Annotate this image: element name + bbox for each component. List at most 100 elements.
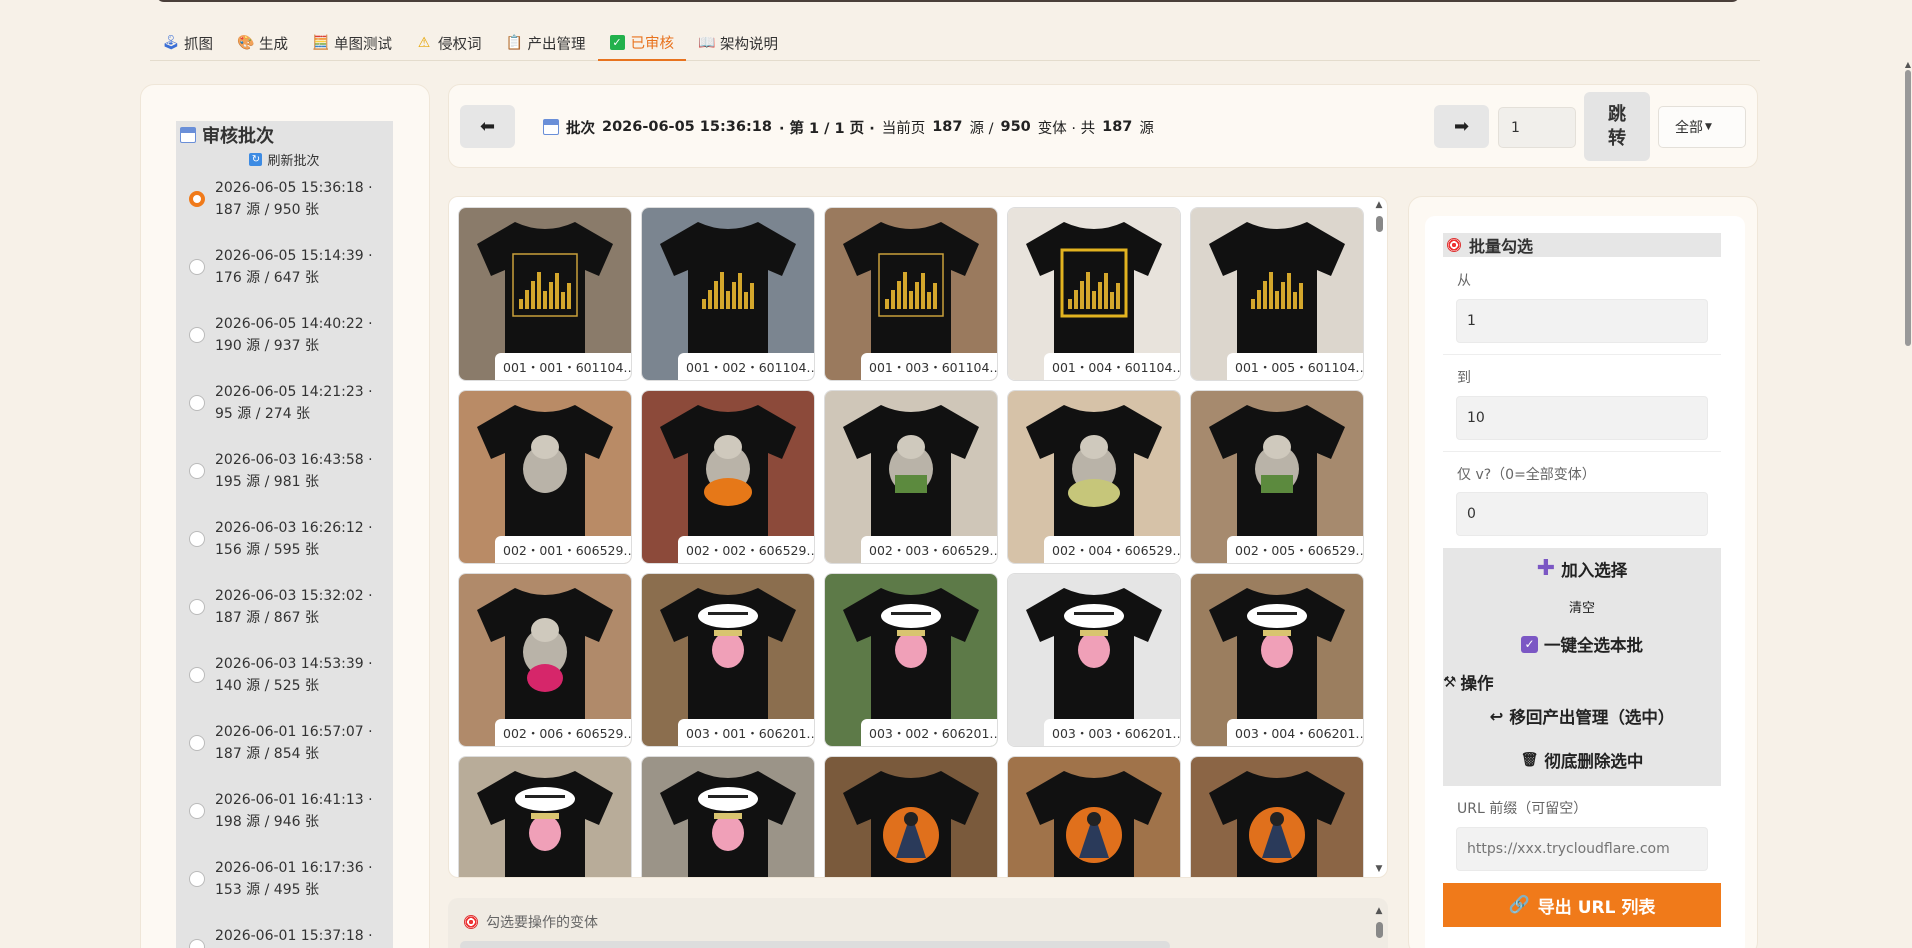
tab-label: 生成 bbox=[259, 36, 288, 53]
gallery-item[interactable]: 003・004・606201… bbox=[1190, 573, 1364, 747]
batch-item[interactable]: 2026-06-03 16:43:58 · 195 源 / 981 张 bbox=[176, 441, 393, 509]
gallery-item[interactable]: 001・001・601104… bbox=[458, 207, 632, 381]
gallery-item-caption: 003・004・606201… bbox=[1227, 719, 1363, 746]
scroll-down-icon[interactable]: ▼ bbox=[1373, 864, 1385, 876]
radio-unchecked-icon[interactable] bbox=[189, 803, 205, 819]
batch-select-title: 批量勾选 bbox=[1443, 233, 1721, 257]
gallery-scrollbar[interactable]: ▲ ▼ bbox=[1373, 200, 1385, 876]
gallery-item[interactable] bbox=[824, 756, 998, 877]
tab-4[interactable]: 📋 产出管理 bbox=[494, 26, 598, 61]
prev-page-button[interactable]: ⬅ bbox=[460, 105, 515, 148]
scrollbar-thumb[interactable] bbox=[1376, 922, 1383, 938]
gallery-item[interactable]: 002・006・606529… bbox=[458, 573, 632, 747]
jump-button[interactable]: 跳 转 bbox=[1584, 92, 1650, 161]
radio-checked-icon[interactable] bbox=[189, 191, 205, 207]
radio-unchecked-icon[interactable] bbox=[189, 599, 205, 615]
gallery-item[interactable]: 002・005・606529… bbox=[1190, 390, 1364, 564]
clear-button[interactable]: 清空 bbox=[1443, 596, 1721, 616]
batch-item[interactable]: 2026-06-03 15:32:02 · 187 源 / 867 张 bbox=[176, 577, 393, 645]
batch-item-datetime: 2026-06-05 14:40:22 · bbox=[215, 316, 373, 332]
batch-item[interactable]: 2026-06-01 16:17:36 · 153 源 / 495 张 bbox=[176, 849, 393, 917]
refresh-batches-button[interactable]: ↻ 刷新批次 bbox=[176, 149, 393, 169]
radio-unchecked-icon[interactable] bbox=[189, 395, 205, 411]
from-input[interactable] bbox=[1456, 299, 1708, 343]
gallery-item[interactable]: 001・005・601104… bbox=[1190, 207, 1364, 381]
filter-select[interactable]: 全部 ▼ bbox=[1658, 106, 1746, 148]
scroll-up-icon[interactable]: ▲ bbox=[1373, 906, 1385, 916]
gallery-item[interactable]: 001・003・601104… bbox=[824, 207, 998, 381]
radio-unchecked-icon[interactable] bbox=[189, 327, 205, 343]
gallery-item-caption: 003・002・606201… bbox=[861, 719, 997, 746]
batch-item[interactable]: 2026-06-03 14:53:39 · 140 源 / 525 张 bbox=[176, 645, 393, 713]
gallery-item[interactable] bbox=[458, 756, 632, 877]
tab-0[interactable]: 🕹 抓图 bbox=[150, 26, 225, 61]
operations-heading: ⚒ 操作 bbox=[1443, 670, 1503, 694]
tshirt-image bbox=[843, 405, 979, 555]
batch-item[interactable]: 2026-06-05 15:14:39 · 176 源 / 647 张 bbox=[176, 237, 393, 305]
tab-1[interactable]: 🎨 生成 bbox=[225, 26, 300, 61]
radio-unchecked-icon[interactable] bbox=[189, 871, 205, 887]
gallery-item[interactable]: 002・001・606529… bbox=[458, 390, 632, 564]
radio-unchecked-icon[interactable] bbox=[189, 531, 205, 547]
tshirt-image bbox=[660, 771, 796, 877]
gallery-item[interactable] bbox=[1190, 756, 1364, 877]
radio-unchecked-icon[interactable] bbox=[189, 667, 205, 683]
only-variant-input[interactable] bbox=[1456, 492, 1708, 536]
gallery-item[interactable] bbox=[641, 756, 815, 877]
gallery-item[interactable]: 003・001・606201… bbox=[641, 573, 815, 747]
variant-scrollbar[interactable]: ▲ bbox=[1373, 906, 1385, 946]
add-selection-button[interactable]: ✚ 加入选择 bbox=[1443, 556, 1721, 582]
tab-3[interactable]: ⚠ 侵权词 bbox=[404, 26, 494, 61]
gallery-item[interactable]: 002・004・606529… bbox=[1007, 390, 1181, 564]
gallery-item-caption: 001・002・601104… bbox=[678, 353, 814, 380]
refresh-icon: ↻ bbox=[249, 152, 263, 166]
gallery-item-caption: 002・005・606529… bbox=[1227, 536, 1363, 563]
to-input[interactable] bbox=[1456, 396, 1708, 440]
tshirt-image bbox=[843, 588, 979, 738]
batch-item[interactable]: 2026-06-05 14:40:22 · 190 源 / 937 张 bbox=[176, 305, 393, 373]
calendar-icon bbox=[180, 127, 196, 143]
radio-unchecked-icon[interactable] bbox=[189, 735, 205, 751]
tab-5[interactable]: ✓ 已审核 bbox=[597, 26, 686, 61]
batch-item[interactable]: 2026-06-05 15:36:18 · 187 源 / 950 张 bbox=[176, 169, 393, 237]
gallery-item[interactable]: 001・004・601104… bbox=[1007, 207, 1181, 381]
filter-value: 全部 bbox=[1675, 120, 1703, 136]
export-url-button[interactable]: 🔗 导出 URL 列表 bbox=[1443, 883, 1721, 927]
delete-selected-button[interactable]: 🗑 彻底删除选中 bbox=[1443, 747, 1721, 773]
page-scrollbar[interactable]: ▲ bbox=[1904, 60, 1912, 346]
batch-info-current: 当前页 bbox=[881, 120, 926, 137]
move-back-button[interactable]: ↩ 移回产出管理（选中） bbox=[1443, 703, 1721, 729]
radio-unchecked-icon[interactable] bbox=[189, 259, 205, 275]
tab-2[interactable]: 🧮 单图测试 bbox=[300, 26, 404, 61]
scroll-up-icon[interactable]: ▲ bbox=[1373, 200, 1385, 212]
scroll-up-icon[interactable]: ▲ bbox=[1905, 60, 1911, 69]
batch-item[interactable]: 2026-06-01 16:41:13 · 198 源 / 946 张 bbox=[176, 781, 393, 849]
variant-select-input[interactable] bbox=[460, 941, 1170, 948]
gallery-item[interactable]: 003・003・606201… bbox=[1007, 573, 1181, 747]
gallery-item[interactable]: 002・002・606529… bbox=[641, 390, 815, 564]
batch-item[interactable]: 2026-06-01 16:57:07 · 187 源 / 854 张 bbox=[176, 713, 393, 781]
batch-item[interactable]: 2026-06-05 14:21:23 · 95 源 / 274 张 bbox=[176, 373, 393, 441]
main-tabs: 🕹 抓图 🎨 生成 🧮 单图测试 ⚠ 侵权词 📋 产出管理 ✓ 已审核 📖 架构说明 bbox=[150, 26, 1760, 61]
next-page-button[interactable]: ➡ bbox=[1434, 105, 1489, 148]
batch-item[interactable]: 2026-06-01 15:37:18 · bbox=[176, 917, 393, 948]
batch-info: 批次 2026-06-05 15:36:18 · 第 1 / 1 页 · 当前页… bbox=[543, 117, 1154, 137]
gallery-item-caption: 002・004・606529… bbox=[1044, 536, 1180, 563]
calendar-icon bbox=[543, 119, 559, 135]
url-prefix-input[interactable] bbox=[1456, 827, 1708, 871]
gallery-item-caption: 003・003・606201… bbox=[1044, 719, 1180, 746]
url-prefix-label: URL 前缀（可留空） bbox=[1457, 801, 1588, 817]
gallery-item[interactable]: 001・002・601104… bbox=[641, 207, 815, 381]
select-all-batch-button[interactable]: ✓ 一键全选本批 bbox=[1443, 631, 1721, 657]
scrollbar-thumb[interactable] bbox=[1376, 216, 1383, 232]
radio-unchecked-icon[interactable] bbox=[189, 939, 205, 948]
tab-6[interactable]: 📖 架构说明 bbox=[686, 26, 790, 61]
gallery-item[interactable] bbox=[1007, 756, 1181, 877]
scrollbar-thumb[interactable] bbox=[1905, 70, 1911, 346]
radio-unchecked-icon[interactable] bbox=[189, 463, 205, 479]
gallery-item[interactable]: 003・002・606201… bbox=[824, 573, 998, 747]
page-number-input[interactable] bbox=[1498, 107, 1576, 148]
batch-item-datetime: 2026-06-01 16:41:13 · bbox=[215, 792, 373, 808]
gallery-item[interactable]: 002・003・606529… bbox=[824, 390, 998, 564]
batch-item[interactable]: 2026-06-03 16:26:12 · 156 源 / 595 张 bbox=[176, 509, 393, 577]
